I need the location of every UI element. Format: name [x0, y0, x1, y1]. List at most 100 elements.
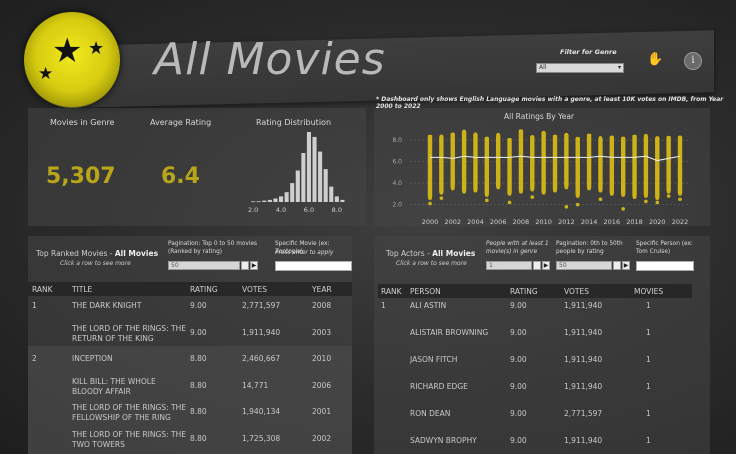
- cell-movies: 1: [646, 382, 651, 391]
- table-row[interactable]: ALISTAIR BROWNING 9.00 1,911,940 1: [378, 321, 692, 348]
- rating-point: [564, 174, 569, 179]
- rating-point: [439, 153, 444, 158]
- table-row[interactable]: THE LORD OF THE RINGS: THE FELLOWSHIP OF…: [28, 400, 352, 427]
- rating-point: [519, 174, 523, 179]
- rating-point: [666, 159, 671, 164]
- rating-point: [678, 139, 682, 144]
- rating-point: [632, 172, 637, 177]
- info-icon[interactable]: i: [684, 52, 702, 70]
- rating-point: [655, 166, 660, 170]
- rating-point: [530, 138, 535, 143]
- rating-point: [450, 160, 455, 165]
- table-row[interactable]: 1 THE DARK KNIGHT 9.00 2,771,597 2008: [28, 294, 352, 321]
- cell-rank: 1: [32, 301, 37, 310]
- rating-point: [541, 160, 546, 165]
- rating-point: [428, 173, 432, 178]
- rating-point: [553, 166, 557, 170]
- histogram-tick-label: 6.0: [304, 206, 314, 214]
- rating-point: [496, 174, 501, 179]
- cell-year: 2010: [312, 354, 332, 363]
- table-row[interactable]: THE LORD OF THE RINGS: THE RETURN OF THE…: [28, 321, 352, 348]
- rating-point: [462, 129, 466, 134]
- rating-point: [496, 178, 501, 182]
- rating-point: [564, 185, 569, 190]
- actors-prev-button[interactable]: [613, 261, 621, 270]
- rating-point: [621, 189, 626, 194]
- rating-point: [564, 136, 569, 141]
- rating-point: [530, 150, 535, 154]
- rating-point: [598, 169, 603, 174]
- x-tick-label: 2020: [649, 218, 666, 226]
- rating-point: [439, 187, 444, 191]
- table-row[interactable]: 1 ALI ASTIN 9.00 1,911,940 1: [378, 294, 692, 321]
- rating-point: [519, 159, 523, 164]
- actors-pagination-input[interactable]: 50: [556, 261, 612, 270]
- cell-title: INCEPTION: [72, 354, 113, 363]
- rating-point: [428, 162, 432, 167]
- actors-next-button[interactable]: ▶: [622, 261, 630, 270]
- table-row[interactable]: 2 INCEPTION 8.80 2,460,667 2010: [28, 347, 352, 374]
- rating-point: [621, 174, 626, 179]
- actors-min-input[interactable]: 1: [486, 261, 532, 270]
- table-row[interactable]: KILL BILL: THE WHOLE BLOODY AFFAIR 8.80 14…: [28, 374, 352, 401]
- hand-icon[interactable]: ✋: [647, 52, 663, 68]
- outlier-point: [621, 207, 625, 211]
- cell-votes: 1,911,940: [564, 382, 603, 391]
- rating-point: [496, 151, 501, 156]
- rating-point: [678, 169, 682, 174]
- rating-point: [632, 138, 637, 143]
- rating-point: [632, 176, 637, 181]
- x-tick-label: 2014: [581, 218, 598, 226]
- cell-votes: 14,771: [242, 380, 269, 390]
- histogram-bar: [267, 199, 272, 202]
- movies-pagination-input[interactable]: 50: [168, 261, 240, 270]
- table-row[interactable]: THE LORD OF THE RINGS: THE TWO TOWERS 8.8…: [28, 427, 352, 454]
- specific-movie-input[interactable]: [275, 261, 352, 271]
- star-icon: ★: [38, 64, 54, 84]
- y-tick-label: 4.0: [392, 180, 402, 187]
- table-row[interactable]: JASON FITCH 9.00 1,911,940 1: [378, 348, 692, 375]
- x-tick-label: 2012: [558, 218, 575, 226]
- rating-point: [553, 188, 557, 193]
- cell-person: SADWYN BROPHY: [410, 436, 477, 445]
- table-row[interactable]: RON DEAN 9.00 2,771,597 1: [378, 402, 692, 429]
- histogram-tick-label: 8.0: [332, 206, 342, 214]
- rating-point: [621, 136, 626, 141]
- rating-point: [439, 190, 444, 195]
- chart-title: All Ratings By Year: [504, 112, 575, 121]
- rating-point: [450, 141, 455, 146]
- rating-point: [530, 168, 535, 173]
- min-next-button[interactable]: ▶: [542, 261, 550, 270]
- rating-point: [609, 173, 614, 177]
- cell-year: 2006: [312, 380, 332, 390]
- table-row[interactable]: RICHARD EDGE 9.00 1,911,940 1: [378, 375, 692, 402]
- rating-point: [439, 175, 444, 180]
- x-tick-label: 2004: [467, 218, 484, 226]
- rating-point: [473, 184, 478, 189]
- rating-point: [507, 184, 512, 189]
- histogram-bar: [284, 192, 289, 202]
- rating-point: [484, 147, 489, 152]
- rating-point: [496, 162, 501, 167]
- rating-point: [484, 178, 489, 182]
- rating-point: [598, 158, 603, 163]
- pagination-prev-button[interactable]: [241, 261, 249, 270]
- cell-person: RON DEAN: [410, 409, 451, 418]
- rating-point: [575, 145, 580, 150]
- rating-point: [484, 159, 489, 163]
- rating-point: [632, 191, 637, 196]
- specific-person-input[interactable]: [636, 261, 694, 271]
- rating-point: [598, 139, 603, 144]
- cell-title: THE DARK KNIGHT: [72, 301, 142, 310]
- pagination-next-button[interactable]: ▶: [250, 261, 258, 270]
- min-prev-button[interactable]: [533, 261, 541, 270]
- rating-point: [575, 148, 580, 153]
- histogram-bar: [295, 170, 300, 202]
- rating-point: [519, 167, 523, 172]
- table-row[interactable]: SADWYN BROPHY 9.00 1,911,940 1: [378, 429, 692, 454]
- rating-point: [598, 184, 603, 189]
- rating-point: [632, 161, 637, 166]
- rating-point: [666, 140, 671, 145]
- cell-votes: 1,911,940: [564, 301, 603, 310]
- genre-filter-select[interactable]: All ▾: [536, 63, 624, 73]
